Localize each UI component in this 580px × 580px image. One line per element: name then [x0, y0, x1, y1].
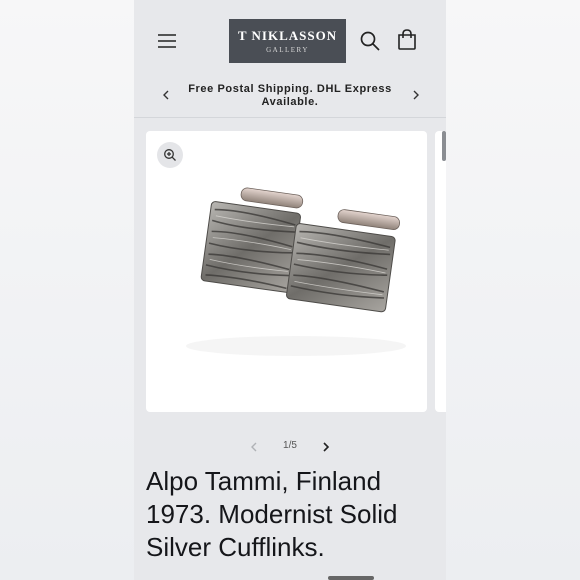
logo-subtitle: GALLERY [266, 46, 309, 54]
pager-counter: 1/5 [283, 440, 297, 451]
scrollbar-thumb[interactable] [442, 131, 446, 161]
announcement-prev-chevron-icon[interactable] [158, 87, 174, 103]
phone-screen: T NIKLASSON GALLERY Free Postal Shipping… [134, 0, 446, 580]
scroll-indicator [328, 576, 374, 580]
pager-next-chevron-icon[interactable] [318, 439, 334, 455]
cufflinks-image [186, 187, 406, 356]
pager-prev-chevron-icon[interactable] [246, 439, 262, 455]
store-logo[interactable]: T NIKLASSON GALLERY [229, 19, 346, 63]
next-product-image-peek[interactable] [435, 131, 446, 412]
site-header: T NIKLASSON GALLERY [134, 0, 446, 78]
search-icon[interactable] [358, 29, 382, 53]
zoom-in-icon[interactable] [157, 142, 183, 168]
announcement-next-chevron-icon[interactable] [408, 87, 424, 103]
background-right [446, 0, 580, 580]
announcement-bar: Free Postal Shipping. DHL Express Availa… [134, 78, 446, 118]
product-title: Alpo Tammi, Finland 1973. Modernist Soli… [146, 466, 398, 562]
announcement-text: Free Postal Shipping. DHL Express Availa… [188, 83, 392, 108]
background-left [0, 0, 134, 580]
product-image-slide[interactable] [146, 131, 427, 412]
logo-title: T NIKLASSON [237, 28, 338, 43]
shopping-bag-icon[interactable] [396, 28, 418, 52]
hamburger-menu-icon[interactable] [154, 29, 180, 53]
image-pager: 1/5 [134, 437, 446, 457]
